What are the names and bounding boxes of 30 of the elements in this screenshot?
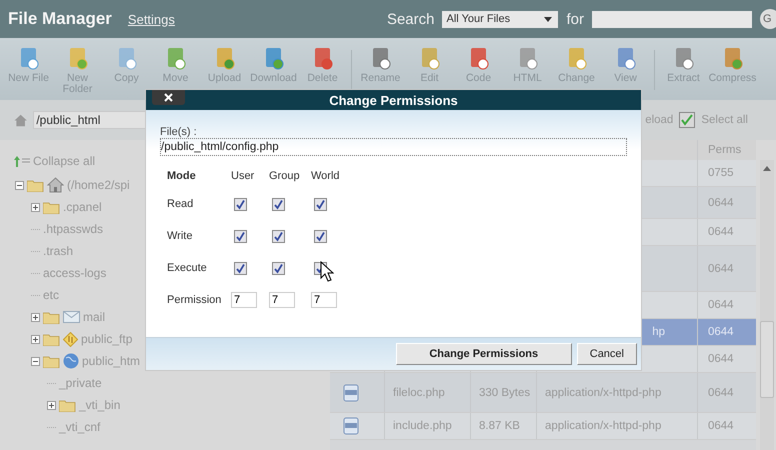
files-label: File(s) : <box>160 126 198 138</box>
table-cell: include.php <box>393 420 452 432</box>
permission-label: Read <box>167 197 194 212</box>
mode-heading: Mode <box>167 169 197 184</box>
table-cell: 0644 <box>708 196 734 208</box>
dialog-title: Change Permissions <box>329 92 458 108</box>
table-cell: 0755 <box>708 167 734 179</box>
table-cell: application/x-httpd-php <box>545 386 662 398</box>
column-heading: User <box>231 169 256 184</box>
permission-label: Execute <box>167 261 208 276</box>
column-heading: World <box>311 169 341 184</box>
table-cell: 8.87 KB <box>479 420 520 432</box>
table-cell: 0644 <box>708 353 734 365</box>
app-title: File Manager <box>8 9 112 29</box>
table-cell: hp <box>652 326 665 338</box>
table-cell: 0644 <box>708 386 734 398</box>
table-cell: 0644 <box>708 326 734 338</box>
file-path-field: /public_html/config.php <box>160 138 627 156</box>
table-cell: 0644 <box>708 299 734 311</box>
search-label: Search <box>386 10 434 28</box>
permission-label: Write <box>167 229 194 244</box>
table-cell: 0644 <box>708 420 734 432</box>
table-cell: 0644 <box>708 262 734 274</box>
column-heading: Group <box>269 169 301 184</box>
table-cell: application/x-httpd-php <box>545 420 662 432</box>
table-cell: 0644 <box>708 226 734 238</box>
table-cell: fileloc.php <box>393 386 445 398</box>
for-label: for <box>566 10 584 28</box>
permission-label: Permission <box>167 293 222 308</box>
table-cell: 330 Bytes <box>479 386 530 398</box>
